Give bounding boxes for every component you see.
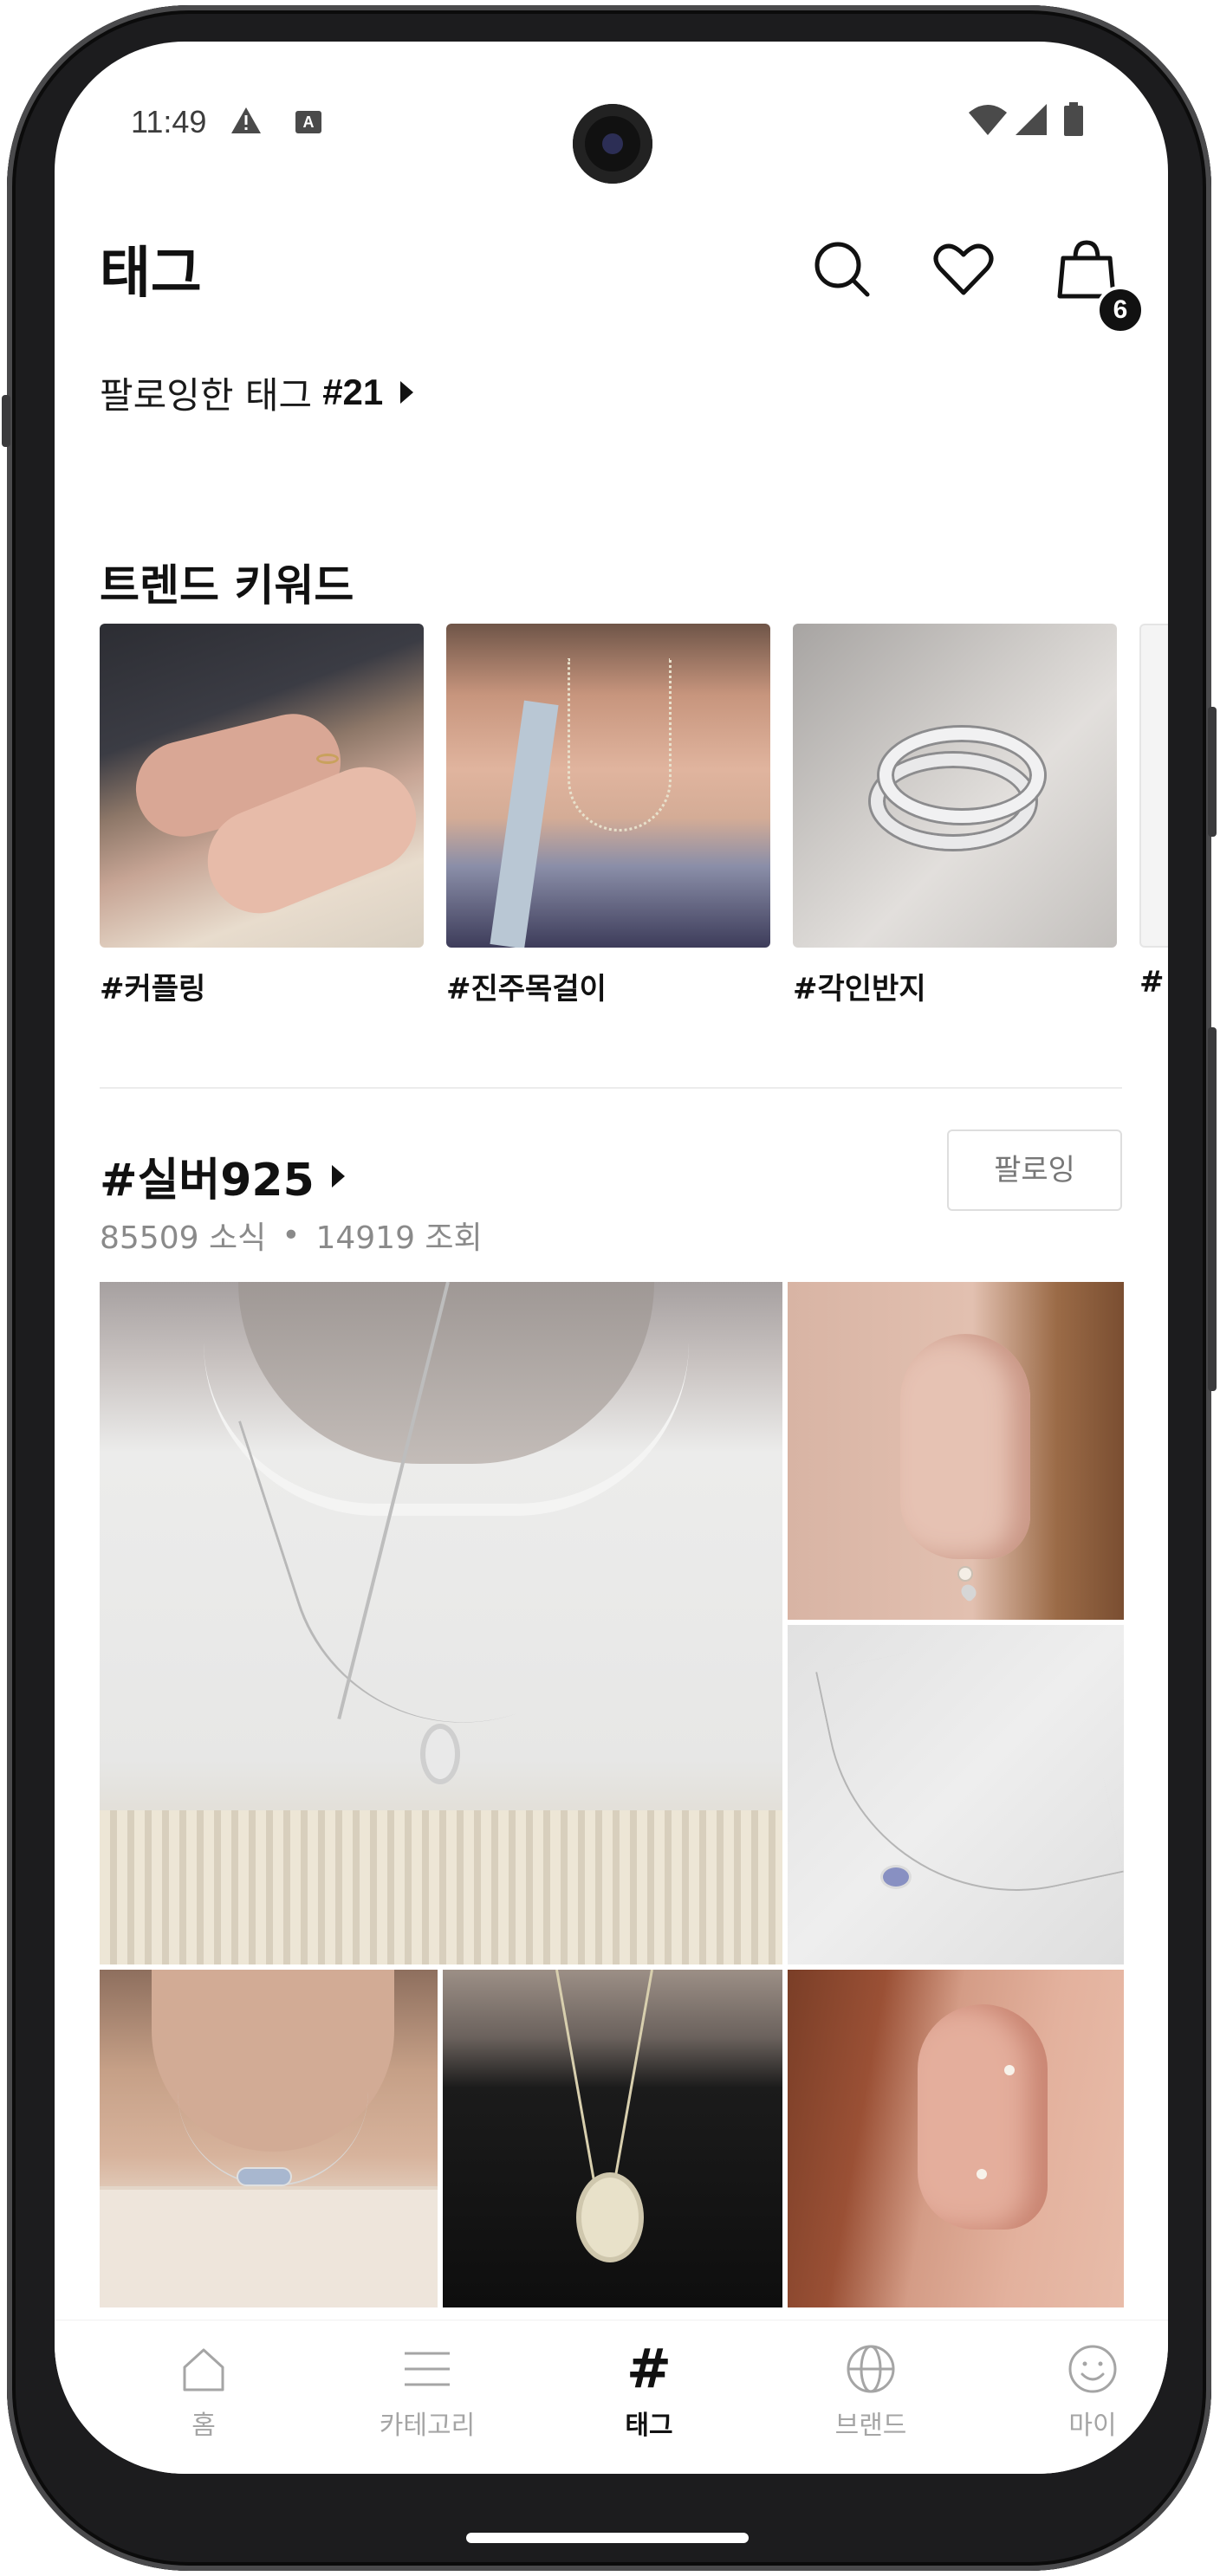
status-icons	[967, 102, 1097, 137]
trend-thumb-partial	[1139, 624, 1168, 948]
trend-item-partial[interactable]: #	[1139, 624, 1168, 1000]
search-icon[interactable]	[807, 234, 878, 305]
photo-necklace-2[interactable]	[788, 1625, 1124, 1964]
hash-icon: #	[626, 2337, 672, 2400]
trend-label: #각인반지	[793, 972, 926, 1006]
tag-view-count: 14919 조회	[315, 1220, 483, 1256]
globe-icon	[847, 2345, 895, 2393]
nav-item-brand[interactable]: 브랜드	[784, 2341, 957, 2454]
followed-tags-count: #21	[322, 372, 384, 412]
status-time: 11:49	[131, 104, 207, 139]
warning-icon	[231, 107, 261, 133]
trend-label: #진주목걸이	[446, 972, 607, 1006]
trend-label: #커플링	[100, 972, 206, 1006]
nav-item-my[interactable]: 마이	[1006, 2341, 1168, 2454]
nav-item-home[interactable]: 홈	[117, 2341, 290, 2454]
nav-label: 태그	[625, 2411, 673, 2441]
page-title: 태그	[100, 242, 202, 306]
tag-title-link[interactable]: #실버925	[100, 1143, 345, 1208]
heart-icon[interactable]	[928, 234, 999, 305]
caret-right-icon	[400, 381, 414, 404]
trend-item-pearl-necklace[interactable]: #진주목걸이	[446, 624, 770, 1007]
photo-necklace-3[interactable]	[100, 1970, 438, 2307]
status-bar: 11:49 A	[55, 42, 1168, 189]
power-button	[1208, 707, 1217, 837]
stats-separator: •	[282, 1217, 301, 1253]
trend-keywords-title: 트렌드 키워드	[100, 560, 354, 611]
volume-button	[1208, 1027, 1217, 1391]
nav-label: 브랜드	[834, 2411, 907, 2441]
nav-item-category[interactable]: 카테고리	[341, 2341, 514, 2454]
cart-count-badge: 6	[1096, 286, 1145, 334]
front-camera	[573, 104, 652, 184]
a-indicator-icon: A	[295, 111, 321, 133]
screen: 11:49 A 태그 6 팔로잉한 태그 #21 트렌드 키워드 #커플링 #진…	[55, 42, 1168, 2474]
trend-label: #	[1139, 965, 1165, 1000]
tag-title: #실버925	[100, 1155, 315, 1207]
signal-icon	[1016, 104, 1047, 135]
nav-label: 마이	[1068, 2411, 1117, 2441]
side-switch	[2, 395, 10, 447]
photo-earring-1[interactable]	[788, 1282, 1124, 1620]
tag-stats: 85509 소식 • 14919 조회	[100, 1213, 483, 1258]
nav-item-tag[interactable]: # 태그	[562, 2341, 736, 2454]
home-indicator[interactable]	[466, 2533, 749, 2543]
photo-earring-2[interactable]	[788, 1970, 1124, 2307]
nav-label: 카테고리	[379, 2411, 476, 2441]
followed-tags-label: 팔로잉한 태그	[100, 373, 313, 417]
trend-thumb-couple-ring	[100, 624, 424, 948]
bottom-nav: 홈 카테고리 # 태그 브랜드 마이	[55, 2320, 1168, 2474]
photo-necklace-main[interactable]	[100, 1282, 782, 1964]
wifi-icon	[969, 105, 1007, 135]
battery-icon	[1064, 102, 1083, 136]
nav-label: 홈	[191, 2411, 216, 2441]
trend-thumb-engraved-ring	[793, 624, 1117, 948]
menu-icon	[405, 2352, 450, 2386]
photo-necklace-4[interactable]	[443, 1970, 782, 2307]
follow-button[interactable]: 팔로잉	[947, 1129, 1122, 1211]
followed-tags-link[interactable]: 팔로잉한 태그 #21	[100, 362, 414, 423]
tag-post-count: 85509 소식	[100, 1220, 267, 1256]
trend-item-engraved-ring[interactable]: #각인반지	[793, 624, 1117, 1007]
trend-item-couple-ring[interactable]: #커플링	[100, 624, 424, 1007]
trend-thumb-pearl-necklace	[446, 624, 770, 948]
smile-icon	[1068, 2345, 1117, 2393]
phone-frame: 11:49 A 태그 6 팔로잉한 태그 #21 트렌드 키워드 #커플링 #진…	[2, 5, 1217, 2571]
caret-right-icon	[331, 1164, 345, 1188]
section-divider	[100, 1087, 1122, 1089]
home-icon	[183, 2348, 224, 2392]
